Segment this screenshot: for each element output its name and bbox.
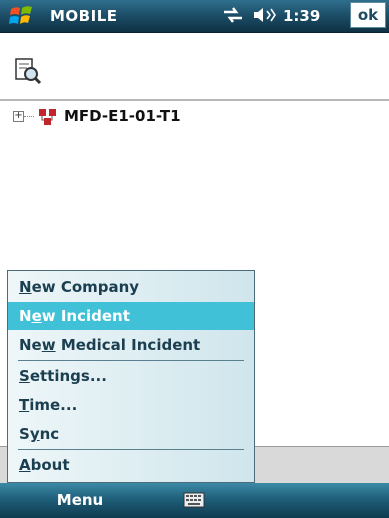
clock[interactable]: 1:39 [283, 7, 320, 25]
menu-item-new-incident[interactable]: New Incident [8, 302, 254, 330]
menu-separator [18, 360, 244, 361]
tree-expander[interactable]: + [13, 111, 24, 122]
popup-menu: New Company New Incident New Medical Inc… [7, 270, 255, 483]
menu-item-about[interactable]: About [8, 451, 254, 479]
title-bar: MOBILE 1:39 ok [0, 0, 389, 33]
connectivity-icon[interactable] [222, 6, 244, 24]
softkey-bar: Menu [0, 483, 389, 518]
menu-separator [18, 449, 244, 450]
windows-start-icon[interactable] [8, 3, 35, 30]
unit-icon [39, 109, 56, 125]
menu-softkey[interactable]: Menu [0, 483, 160, 518]
menu-item-time[interactable]: Time... [8, 391, 254, 419]
menu-item-settings[interactable]: Settings... [8, 362, 254, 390]
app-title: MOBILE [50, 7, 118, 25]
toolbar [0, 33, 389, 99]
menu-item-new-medical-incident[interactable]: New Medical Incident [8, 331, 254, 359]
ok-button[interactable]: ok [350, 2, 386, 28]
keyboard-icon[interactable] [183, 491, 205, 509]
volume-icon[interactable] [252, 6, 276, 24]
tree-node-label[interactable]: MFD-E1-01-T1 [64, 107, 181, 125]
menu-item-sync[interactable]: Sync [8, 420, 254, 448]
tree-connector [24, 116, 34, 117]
find-icon[interactable] [14, 57, 42, 85]
menu-item-new-company[interactable]: New Company [8, 273, 254, 301]
